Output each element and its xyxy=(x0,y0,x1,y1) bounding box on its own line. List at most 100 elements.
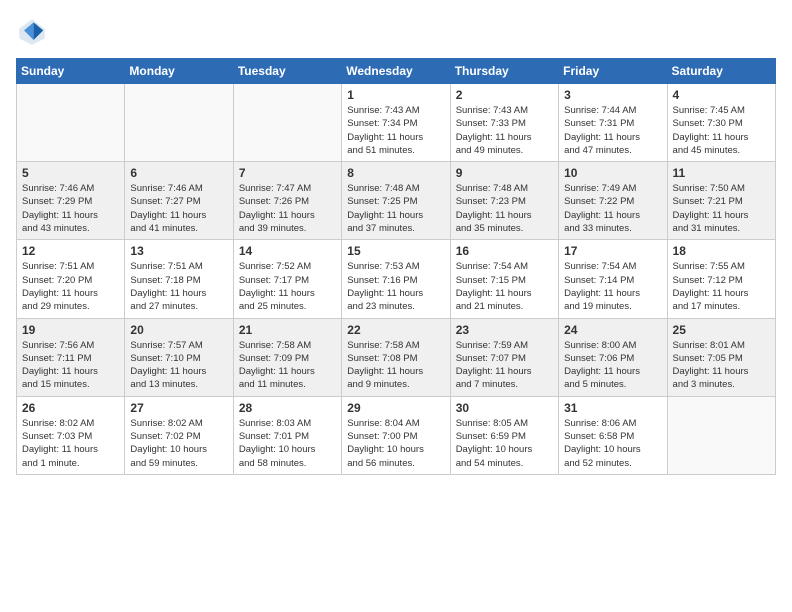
calendar-cell: 13 Sunrise: 7:51 AM Sunset: 7:18 PM Dayli… xyxy=(125,240,233,318)
weekday-header-tuesday: Tuesday xyxy=(233,59,341,84)
weekday-header-wednesday: Wednesday xyxy=(342,59,450,84)
day-number: 18 xyxy=(673,244,770,258)
day-info: Sunrise: 7:45 AM Sunset: 7:30 PM Dayligh… xyxy=(673,104,770,157)
calendar-cell xyxy=(17,84,125,162)
day-number: 16 xyxy=(456,244,553,258)
day-info: Sunrise: 8:03 AM Sunset: 7:01 PM Dayligh… xyxy=(239,417,336,470)
calendar-cell: 24 Sunrise: 8:00 AM Sunset: 7:06 PM Dayli… xyxy=(559,318,667,396)
logo-icon xyxy=(16,16,48,48)
day-info: Sunrise: 7:58 AM Sunset: 7:09 PM Dayligh… xyxy=(239,339,336,392)
calendar-cell: 1 Sunrise: 7:43 AM Sunset: 7:34 PM Daylig… xyxy=(342,84,450,162)
day-number: 1 xyxy=(347,88,444,102)
day-info: Sunrise: 8:05 AM Sunset: 6:59 PM Dayligh… xyxy=(456,417,553,470)
day-number: 26 xyxy=(22,401,119,415)
day-number: 4 xyxy=(673,88,770,102)
calendar-cell: 3 Sunrise: 7:44 AM Sunset: 7:31 PM Daylig… xyxy=(559,84,667,162)
day-number: 11 xyxy=(673,166,770,180)
page-header xyxy=(16,16,776,48)
calendar-week-2: 5Sunrise: 7:46 AM Sunset: 7:29 PM Daylig… xyxy=(17,162,776,240)
calendar-cell: 20Sunrise: 7:57 AM Sunset: 7:10 PM Dayli… xyxy=(125,318,233,396)
day-number: 25 xyxy=(673,323,770,337)
day-info: Sunrise: 8:01 AM Sunset: 7:05 PM Dayligh… xyxy=(673,339,770,392)
calendar-cell: 17 Sunrise: 7:54 AM Sunset: 7:14 PM Dayli… xyxy=(559,240,667,318)
day-info: Sunrise: 8:06 AM Sunset: 6:58 PM Dayligh… xyxy=(564,417,661,470)
day-number: 24 xyxy=(564,323,661,337)
day-number: 8 xyxy=(347,166,444,180)
weekday-header-friday: Friday xyxy=(559,59,667,84)
calendar-cell xyxy=(125,84,233,162)
day-number: 30 xyxy=(456,401,553,415)
day-info: Sunrise: 8:02 AM Sunset: 7:03 PM Dayligh… xyxy=(22,417,119,470)
day-number: 10 xyxy=(564,166,661,180)
day-number: 31 xyxy=(564,401,661,415)
calendar-cell: 9Sunrise: 7:48 AM Sunset: 7:23 PM Daylig… xyxy=(450,162,558,240)
calendar-cell: 27 Sunrise: 8:02 AM Sunset: 7:02 PM Dayli… xyxy=(125,396,233,474)
calendar-cell: 16 Sunrise: 7:54 AM Sunset: 7:15 PM Dayli… xyxy=(450,240,558,318)
day-info: Sunrise: 7:46 AM Sunset: 7:27 PM Dayligh… xyxy=(130,182,227,235)
weekday-header-sunday: Sunday xyxy=(17,59,125,84)
weekday-row: SundayMondayTuesdayWednesdayThursdayFrid… xyxy=(17,59,776,84)
day-info: Sunrise: 7:43 AM Sunset: 7:33 PM Dayligh… xyxy=(456,104,553,157)
day-info: Sunrise: 7:49 AM Sunset: 7:22 PM Dayligh… xyxy=(564,182,661,235)
day-info: Sunrise: 7:58 AM Sunset: 7:08 PM Dayligh… xyxy=(347,339,444,392)
day-number: 17 xyxy=(564,244,661,258)
calendar-cell: 25 Sunrise: 8:01 AM Sunset: 7:05 PM Dayli… xyxy=(667,318,775,396)
calendar-cell: 19Sunrise: 7:56 AM Sunset: 7:11 PM Dayli… xyxy=(17,318,125,396)
calendar-cell: 12 Sunrise: 7:51 AM Sunset: 7:20 PM Dayli… xyxy=(17,240,125,318)
calendar-cell: 7 Sunrise: 7:47 AM Sunset: 7:26 PM Daylig… xyxy=(233,162,341,240)
calendar-header: SundayMondayTuesdayWednesdayThursdayFrid… xyxy=(17,59,776,84)
day-info: Sunrise: 7:48 AM Sunset: 7:25 PM Dayligh… xyxy=(347,182,444,235)
day-info: Sunrise: 7:52 AM Sunset: 7:17 PM Dayligh… xyxy=(239,260,336,313)
day-number: 27 xyxy=(130,401,227,415)
day-number: 20 xyxy=(130,323,227,337)
day-number: 6 xyxy=(130,166,227,180)
calendar-cell: 28 Sunrise: 8:03 AM Sunset: 7:01 PM Dayli… xyxy=(233,396,341,474)
day-info: Sunrise: 7:47 AM Sunset: 7:26 PM Dayligh… xyxy=(239,182,336,235)
calendar-cell: 30 Sunrise: 8:05 AM Sunset: 6:59 PM Dayli… xyxy=(450,396,558,474)
calendar-cell: 4 Sunrise: 7:45 AM Sunset: 7:30 PM Daylig… xyxy=(667,84,775,162)
day-number: 21 xyxy=(239,323,336,337)
day-number: 15 xyxy=(347,244,444,258)
calendar-cell: 18Sunrise: 7:55 AM Sunset: 7:12 PM Dayli… xyxy=(667,240,775,318)
calendar-cell: 11Sunrise: 7:50 AM Sunset: 7:21 PM Dayli… xyxy=(667,162,775,240)
weekday-header-thursday: Thursday xyxy=(450,59,558,84)
calendar-week-1: 1 Sunrise: 7:43 AM Sunset: 7:34 PM Daylig… xyxy=(17,84,776,162)
calendar-week-4: 19Sunrise: 7:56 AM Sunset: 7:11 PM Dayli… xyxy=(17,318,776,396)
calendar-cell xyxy=(233,84,341,162)
calendar-cell xyxy=(667,396,775,474)
day-info: Sunrise: 7:46 AM Sunset: 7:29 PM Dayligh… xyxy=(22,182,119,235)
day-number: 28 xyxy=(239,401,336,415)
day-info: Sunrise: 8:02 AM Sunset: 7:02 PM Dayligh… xyxy=(130,417,227,470)
calendar-cell: 21 Sunrise: 7:58 AM Sunset: 7:09 PM Dayli… xyxy=(233,318,341,396)
day-info: Sunrise: 7:54 AM Sunset: 7:15 PM Dayligh… xyxy=(456,260,553,313)
day-info: Sunrise: 7:44 AM Sunset: 7:31 PM Dayligh… xyxy=(564,104,661,157)
day-number: 7 xyxy=(239,166,336,180)
day-number: 12 xyxy=(22,244,119,258)
weekday-header-monday: Monday xyxy=(125,59,233,84)
day-info: Sunrise: 8:04 AM Sunset: 7:00 PM Dayligh… xyxy=(347,417,444,470)
day-number: 3 xyxy=(564,88,661,102)
calendar-cell: 5Sunrise: 7:46 AM Sunset: 7:29 PM Daylig… xyxy=(17,162,125,240)
calendar-week-5: 26 Sunrise: 8:02 AM Sunset: 7:03 PM Dayli… xyxy=(17,396,776,474)
day-number: 9 xyxy=(456,166,553,180)
calendar-cell: 29Sunrise: 8:04 AM Sunset: 7:00 PM Dayli… xyxy=(342,396,450,474)
calendar-cell: 15 Sunrise: 7:53 AM Sunset: 7:16 PM Dayli… xyxy=(342,240,450,318)
calendar-cell: 23Sunrise: 7:59 AM Sunset: 7:07 PM Dayli… xyxy=(450,318,558,396)
day-info: Sunrise: 7:59 AM Sunset: 7:07 PM Dayligh… xyxy=(456,339,553,392)
calendar-cell: 26 Sunrise: 8:02 AM Sunset: 7:03 PM Dayli… xyxy=(17,396,125,474)
day-info: Sunrise: 7:51 AM Sunset: 7:20 PM Dayligh… xyxy=(22,260,119,313)
day-info: Sunrise: 7:54 AM Sunset: 7:14 PM Dayligh… xyxy=(564,260,661,313)
day-info: Sunrise: 8:00 AM Sunset: 7:06 PM Dayligh… xyxy=(564,339,661,392)
calendar-week-3: 12 Sunrise: 7:51 AM Sunset: 7:20 PM Dayli… xyxy=(17,240,776,318)
day-info: Sunrise: 7:43 AM Sunset: 7:34 PM Dayligh… xyxy=(347,104,444,157)
day-number: 13 xyxy=(130,244,227,258)
day-number: 19 xyxy=(22,323,119,337)
calendar-cell: 10 Sunrise: 7:49 AM Sunset: 7:22 PM Dayli… xyxy=(559,162,667,240)
day-info: Sunrise: 7:51 AM Sunset: 7:18 PM Dayligh… xyxy=(130,260,227,313)
calendar-cell: 31 Sunrise: 8:06 AM Sunset: 6:58 PM Dayli… xyxy=(559,396,667,474)
day-number: 22 xyxy=(347,323,444,337)
day-number: 2 xyxy=(456,88,553,102)
calendar-body: 1 Sunrise: 7:43 AM Sunset: 7:34 PM Daylig… xyxy=(17,84,776,475)
calendar-cell: 22 Sunrise: 7:58 AM Sunset: 7:08 PM Dayli… xyxy=(342,318,450,396)
day-info: Sunrise: 7:53 AM Sunset: 7:16 PM Dayligh… xyxy=(347,260,444,313)
